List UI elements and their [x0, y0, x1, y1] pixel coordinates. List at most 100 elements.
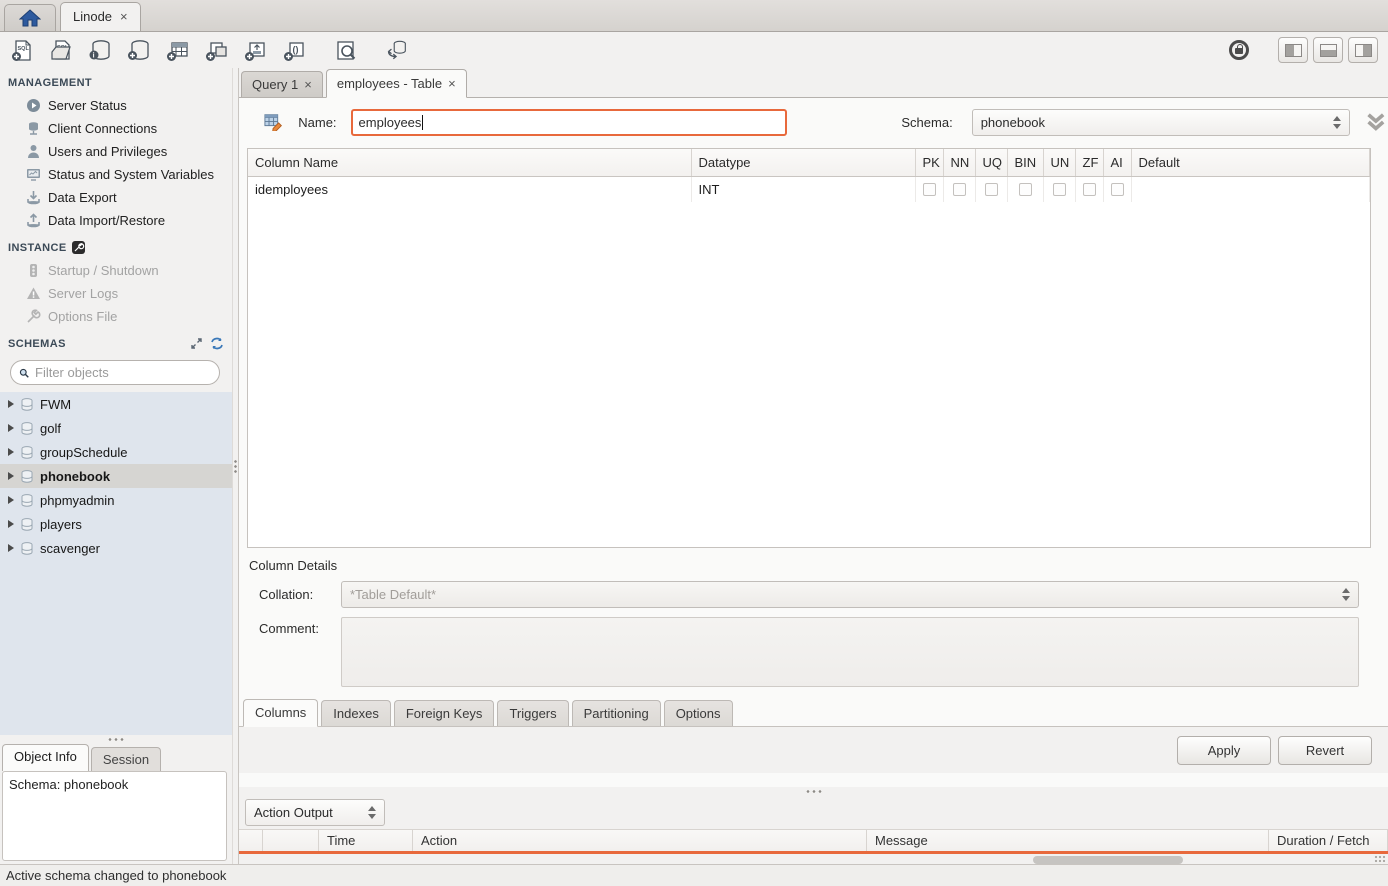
- schema-item-players[interactable]: players: [0, 512, 232, 536]
- sidebar-item-server-status[interactable]: Server Status: [0, 94, 232, 117]
- output-splitter[interactable]: [239, 787, 1388, 796]
- column-row-idemployees[interactable]: idemployees INT: [248, 176, 1370, 202]
- toggle-bottom-panel-button[interactable]: [1313, 37, 1343, 63]
- filter-objects-input[interactable]: [35, 365, 211, 380]
- collation-select[interactable]: *Table Default*: [341, 581, 1359, 608]
- expander-icon[interactable]: [8, 472, 14, 480]
- col-header-default[interactable]: Default: [1131, 149, 1370, 176]
- close-icon[interactable]: ×: [304, 77, 312, 92]
- tab-session[interactable]: Session: [91, 747, 161, 771]
- comment-textarea[interactable]: [341, 617, 1359, 687]
- table-name-input[interactable]: employees: [351, 109, 788, 136]
- col-header-nn[interactable]: NN: [943, 149, 975, 176]
- reconnect-dbms-button[interactable]: [385, 38, 409, 62]
- sidebar-item-data-export[interactable]: Data Export: [0, 186, 232, 209]
- bin-checkbox[interactable]: [1019, 183, 1032, 196]
- expand-schemas-icon[interactable]: [190, 337, 203, 350]
- close-icon[interactable]: ×: [448, 76, 456, 91]
- expander-icon[interactable]: [8, 520, 14, 528]
- resize-grip-icon: [1374, 855, 1386, 864]
- create-view-button[interactable]: [205, 38, 229, 62]
- create-function-button[interactable]: (): [283, 38, 307, 62]
- col-header-pk[interactable]: PK: [915, 149, 943, 176]
- schema-item-golf[interactable]: golf: [0, 416, 232, 440]
- collapse-header-chevron-icon[interactable]: [1364, 111, 1388, 133]
- schema-item-groupschedule[interactable]: groupSchedule: [0, 440, 232, 464]
- tab-query-1[interactable]: Query 1 ×: [241, 71, 323, 97]
- tab-employees-table[interactable]: employees - Table ×: [326, 69, 467, 98]
- col-header-ai[interactable]: AI: [1103, 149, 1131, 176]
- cell-default[interactable]: [1131, 176, 1370, 202]
- sidebar-item-users-privileges[interactable]: Users and Privileges: [0, 140, 232, 163]
- cell-un[interactable]: [1043, 176, 1075, 202]
- output-col-message[interactable]: Message: [867, 830, 1269, 851]
- sidebar-item-status-variables[interactable]: Status and System Variables: [0, 163, 232, 186]
- output-col-duration[interactable]: Duration / Fetch: [1269, 830, 1388, 851]
- output-col-action[interactable]: Action: [413, 830, 867, 851]
- sidebar-item-startup-shutdown[interactable]: Startup / Shutdown: [0, 259, 232, 282]
- expander-icon[interactable]: [8, 496, 14, 504]
- cell-nn[interactable]: [943, 176, 975, 202]
- schema-item-scavenger[interactable]: scavenger: [0, 536, 232, 560]
- create-schema-button[interactable]: [127, 38, 151, 62]
- schema-item-phpmyadmin[interactable]: phpmyadmin: [0, 488, 232, 512]
- inspect-database-button[interactable]: i: [88, 38, 112, 62]
- toggle-right-sidebar-button[interactable]: [1348, 37, 1378, 63]
- create-procedure-button[interactable]: [244, 38, 268, 62]
- connection-tab-linode[interactable]: Linode ×: [60, 2, 141, 31]
- expander-icon[interactable]: [8, 400, 14, 408]
- cell-zf[interactable]: [1075, 176, 1103, 202]
- ai-checkbox[interactable]: [1111, 183, 1124, 196]
- open-sql-file-button[interactable]: SQL: [49, 38, 73, 62]
- cell-datatype[interactable]: INT: [691, 176, 915, 202]
- panel-toggle-group: [1278, 37, 1378, 63]
- cell-bin[interactable]: [1007, 176, 1043, 202]
- subtab-foreign-keys[interactable]: Foreign Keys: [394, 700, 495, 726]
- subtab-indexes[interactable]: Indexes: [321, 700, 391, 726]
- cell-uq[interactable]: [975, 176, 1007, 202]
- output-col-time[interactable]: Time: [319, 830, 413, 851]
- uq-checkbox[interactable]: [985, 183, 998, 196]
- vertical-splitter[interactable]: [232, 68, 239, 864]
- col-header-datatype[interactable]: Datatype: [691, 149, 915, 176]
- col-header-un[interactable]: UN: [1043, 149, 1075, 176]
- zf-checkbox[interactable]: [1083, 183, 1096, 196]
- sidebar-item-options-file[interactable]: Options File: [0, 305, 232, 328]
- expander-icon[interactable]: [8, 448, 14, 456]
- sidebar-horizontal-splitter[interactable]: [0, 735, 232, 744]
- expander-icon[interactable]: [8, 544, 14, 552]
- output-view-select[interactable]: Action Output: [245, 799, 385, 826]
- create-table-button[interactable]: [166, 38, 190, 62]
- schema-select[interactable]: phonebook: [972, 109, 1351, 136]
- horizontal-scrollbar-thumb[interactable]: [1033, 856, 1183, 864]
- sidebar-item-data-import[interactable]: Data Import/Restore: [0, 209, 232, 232]
- un-checkbox[interactable]: [1053, 183, 1066, 196]
- col-header-column-name[interactable]: Column Name: [248, 149, 691, 176]
- cell-ai[interactable]: [1103, 176, 1131, 202]
- search-data-button[interactable]: [334, 38, 358, 62]
- refresh-schemas-icon[interactable]: [210, 337, 224, 350]
- subtab-columns[interactable]: Columns: [243, 699, 318, 727]
- new-sql-tab-button[interactable]: SQL: [10, 38, 34, 62]
- nn-checkbox[interactable]: [953, 183, 966, 196]
- sidebar-item-client-connections[interactable]: Client Connections: [0, 117, 232, 140]
- col-header-bin[interactable]: BIN: [1007, 149, 1043, 176]
- apply-button[interactable]: Apply: [1177, 736, 1271, 765]
- pk-checkbox[interactable]: [923, 183, 936, 196]
- cell-column-name[interactable]: idemployees: [248, 176, 691, 202]
- col-header-zf[interactable]: ZF: [1075, 149, 1103, 176]
- home-tab[interactable]: [4, 4, 56, 31]
- subtab-triggers[interactable]: Triggers: [497, 700, 568, 726]
- tab-object-info[interactable]: Object Info: [2, 744, 89, 771]
- cell-pk[interactable]: [915, 176, 943, 202]
- toggle-left-sidebar-button[interactable]: [1278, 37, 1308, 63]
- revert-button[interactable]: Revert: [1278, 736, 1372, 765]
- col-header-uq[interactable]: UQ: [975, 149, 1007, 176]
- sidebar-item-server-logs[interactable]: Server Logs: [0, 282, 232, 305]
- close-icon[interactable]: ×: [120, 9, 128, 24]
- expander-icon[interactable]: [8, 424, 14, 432]
- subtab-options[interactable]: Options: [664, 700, 733, 726]
- subtab-partitioning[interactable]: Partitioning: [572, 700, 661, 726]
- schema-item-fwm[interactable]: FWM: [0, 392, 232, 416]
- schema-item-phonebook[interactable]: phonebook: [0, 464, 232, 488]
